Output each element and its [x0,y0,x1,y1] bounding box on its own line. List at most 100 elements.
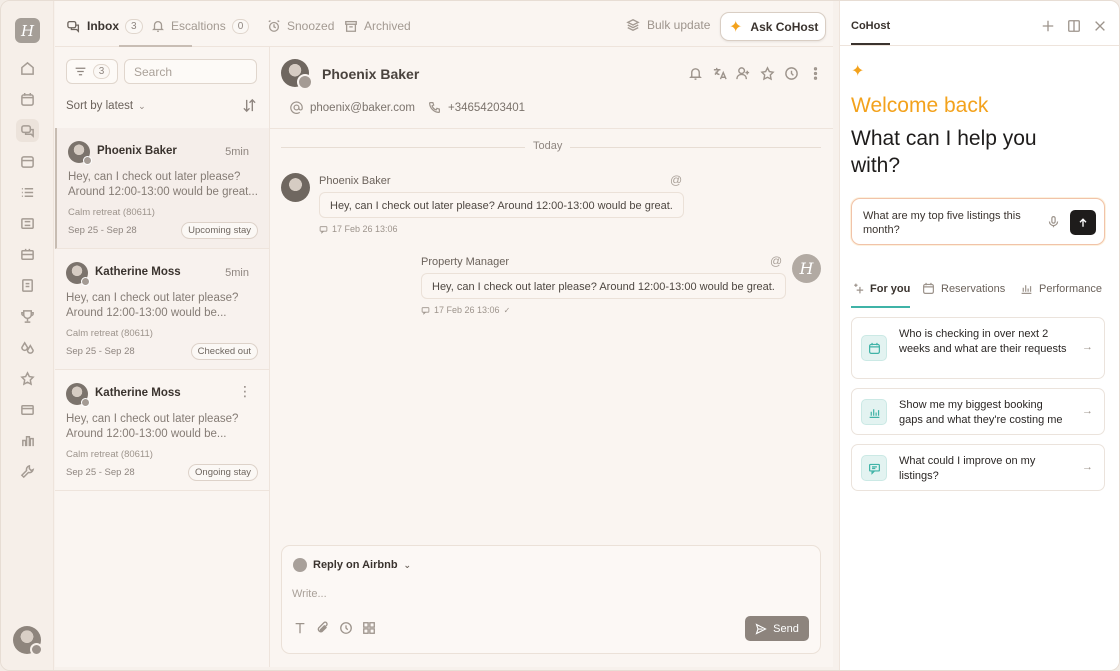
conversation-item[interactable]: Phoenix Baker 5min Hey, can I check out … [55,128,269,249]
assign-user-icon[interactable] [736,66,751,81]
submit-prompt-button[interactable] [1070,210,1096,235]
send-button[interactable]: Send [745,616,809,641]
templates-grid-icon[interactable] [362,621,376,635]
conversation-time: 5min [225,267,249,279]
suggestion-card[interactable]: Who is checking in over next 2 weeks and… [851,317,1105,379]
avatar [66,383,90,407]
send-icon [755,622,767,635]
wrench-icon[interactable] [16,460,39,483]
sort-arrows-icon [243,98,256,113]
arrow-right-icon: → [1082,405,1093,417]
read-check-icon: ✓ [503,305,511,315]
more-options-icon[interactable]: ⋮ [238,384,252,398]
list-icon[interactable] [16,181,39,204]
sparkles-icon [854,283,864,294]
mention-icon[interactable]: @ [670,173,682,187]
escalations-count-badge: 0 [231,18,250,34]
tab-performance[interactable]: Performance [1020,282,1102,295]
tab-snoozed[interactable]: Snoozed [267,16,334,36]
divider [840,45,1119,46]
message-sender: Property Manager [421,256,510,268]
filter-button[interactable]: 3 [66,59,118,84]
conversation-item[interactable]: Katherine Moss ⋮ Hey, can I check out la… [55,370,269,491]
star-icon[interactable] [760,66,775,81]
inbox-icon [67,20,80,33]
guest-phone-text: +34654203401 [448,101,526,114]
conversation-listing: Calm retreat (80611) [66,328,153,339]
tab-reservations[interactable]: Reservations [922,282,1005,295]
suggestion-text: What could I improve on my listings? [899,455,1036,482]
tab-performance-label: Performance [1039,282,1102,295]
close-icon[interactable] [1093,19,1107,33]
calendar-alt-icon[interactable] [16,150,39,173]
translate-icon[interactable] [712,66,727,81]
conversation-listing: Calm retreat (80611) [68,207,155,218]
brand-logo[interactable]: H [15,18,40,43]
chat-header-actions [688,66,823,81]
sort-order-button[interactable] [242,98,257,116]
sparkle-icon: ✦ [729,18,743,36]
mention-icon[interactable]: @ [770,254,782,268]
inbox-count-badge: 3 [125,18,143,34]
at-icon [290,101,303,114]
message-meta: 17 Feb 26 13:06 [319,224,398,234]
text-format-icon[interactable] [293,621,307,635]
layers-icon [626,19,640,31]
document-icon[interactable] [16,274,39,297]
calendar-icon [923,282,934,294]
property-manager-avatar: H [792,254,821,283]
suggestion-text: Who is checking in over next 2 weeks and… [899,328,1067,355]
ask-cohost-label: Ask CoHost [750,19,819,34]
cohost-title[interactable]: CoHost [851,20,890,32]
status-badge: Checked out [190,343,258,360]
microphone-icon[interactable] [1047,215,1060,231]
tab-archived[interactable]: Archived [344,16,411,36]
bell-icon[interactable] [688,66,703,81]
user-avatar[interactable] [13,626,43,656]
tab-inbox[interactable]: Inbox 3 [67,16,143,36]
search-input[interactable] [124,59,257,84]
plus-icon[interactable] [1041,19,1055,33]
cohost-panel: CoHost ✦ Welcome back What can I help yo… [839,1,1119,670]
guest-email[interactable]: phoenix@baker.com [290,101,415,114]
suggestion-card[interactable]: What could I improve on my listings? → [851,444,1105,491]
ticket-icon[interactable] [16,243,39,266]
sort-dropdown[interactable]: Sort by latest ⌄ [66,100,146,112]
conversation-item[interactable]: Katherine Moss 5min Hey, can I check out… [55,249,269,370]
bulk-update-button[interactable]: Bulk update [626,18,710,32]
reply-channel-dropdown[interactable]: Reply on Airbnb ⌄ [293,558,411,572]
calendar-icon[interactable] [16,88,39,111]
more-vertical-icon[interactable] [808,66,823,81]
inbox-icon[interactable] [16,119,39,142]
suggestion-card[interactable]: Show me my biggest booking gaps and what… [851,388,1105,435]
conversation-dates: Sep 25 - Sep 28 [66,467,135,478]
ask-cohost-button[interactable]: ✦ Ask CoHost [720,12,826,41]
tab-inbox-label: Inbox [87,19,119,33]
cohost-prompt-input[interactable]: What are my top five listings this month… [863,209,1043,237]
message-input[interactable] [292,584,792,604]
chart-icon[interactable] [16,429,39,452]
home-icon[interactable] [16,57,39,80]
guest-phone[interactable]: +34654203401 [428,101,525,114]
bar-chart-icon [861,399,887,425]
schedule-clock-icon[interactable] [339,621,353,635]
star-icon[interactable] [16,367,39,390]
card-icon[interactable] [16,398,39,421]
conversation-dates: Sep 25 - Sep 28 [66,346,135,357]
tab-for-you[interactable]: For you [851,282,910,295]
message-bubble: Hey, can I check out later please? Aroun… [319,192,684,218]
attachment-icon[interactable] [316,621,330,635]
trophy-icon[interactable] [16,305,39,328]
tab-snoozed-label: Snoozed [287,19,335,33]
message-icon [861,455,887,481]
sparkle-icon: ✦ [851,63,865,80]
conversation-name: Katherine Moss [95,266,181,278]
cohost-prompt-box[interactable]: What are my top five listings this month… [851,198,1105,245]
split-panel-icon[interactable] [1067,19,1081,33]
grid-icon[interactable] [16,212,39,235]
tab-escalations[interactable]: Escaltions 0 [151,16,250,36]
bulk-update-label: Bulk update [647,18,711,32]
snooze-clock-icon[interactable] [784,66,799,81]
drops-icon[interactable] [16,336,39,359]
message-time: 17 Feb 26 13:06 [332,224,398,234]
